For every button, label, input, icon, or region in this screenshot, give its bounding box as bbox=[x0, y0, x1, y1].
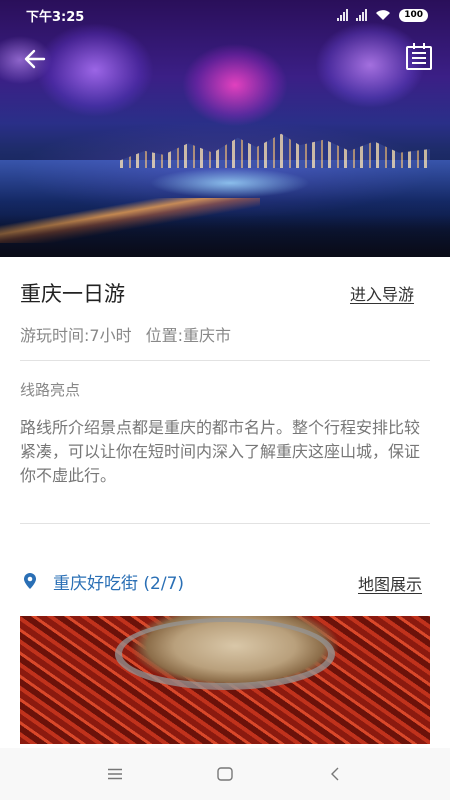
hotpot-rim bbox=[115, 618, 335, 690]
nav-back-button[interactable] bbox=[315, 759, 355, 789]
status-time: 下午3:25 bbox=[26, 9, 85, 25]
river-glow bbox=[150, 168, 310, 198]
divider bbox=[20, 360, 430, 361]
map-view-link[interactable]: 地图展示 bbox=[358, 571, 422, 595]
enter-guide-link[interactable]: 进入导游 bbox=[350, 281, 414, 305]
status-bar: 下午3:25 100 bbox=[0, 0, 450, 30]
highlights-label: 线路亮点 bbox=[20, 381, 81, 399]
stop-photo[interactable] bbox=[20, 616, 430, 744]
menu-icon bbox=[108, 768, 122, 780]
home-square-icon bbox=[217, 767, 233, 781]
tour-description: 路线所介绍景点都是重庆的都市名片。整个行程安排比较紧凑，可以让你在短时间内深入了… bbox=[20, 418, 421, 485]
nav-menu-button[interactable] bbox=[95, 759, 135, 789]
tour-meta: 游玩时间:7小时 位置:重庆市 bbox=[20, 322, 231, 346]
back-button[interactable] bbox=[22, 46, 48, 72]
arrow-left-icon bbox=[24, 49, 46, 69]
divider bbox=[20, 523, 430, 524]
shore-shadow bbox=[0, 215, 450, 257]
tour-duration: 游玩时间:7小时 bbox=[20, 326, 132, 345]
stop-title[interactable]: 重庆好吃街 (2/7) bbox=[53, 569, 184, 594]
itinerary-button[interactable] bbox=[406, 43, 432, 70]
back-chevron-icon bbox=[331, 767, 339, 781]
status-icons: 100 bbox=[337, 8, 428, 22]
signal-icon bbox=[337, 9, 349, 21]
location-pin-icon bbox=[24, 573, 36, 589]
tour-title: 重庆一日游 bbox=[20, 282, 125, 306]
document-icon bbox=[412, 52, 426, 67]
stop-header: 重庆好吃街 (2/7) 地图展示 bbox=[20, 568, 430, 594]
battery-indicator: 100 bbox=[399, 8, 428, 22]
system-nav-bar bbox=[0, 748, 450, 800]
signal-icon-2 bbox=[356, 9, 368, 21]
nav-home-button[interactable] bbox=[205, 759, 245, 789]
tour-location: 位置:重庆市 bbox=[145, 326, 231, 345]
city-skyline bbox=[120, 133, 430, 168]
hero-image bbox=[0, 0, 450, 257]
wifi-icon bbox=[376, 10, 391, 20]
